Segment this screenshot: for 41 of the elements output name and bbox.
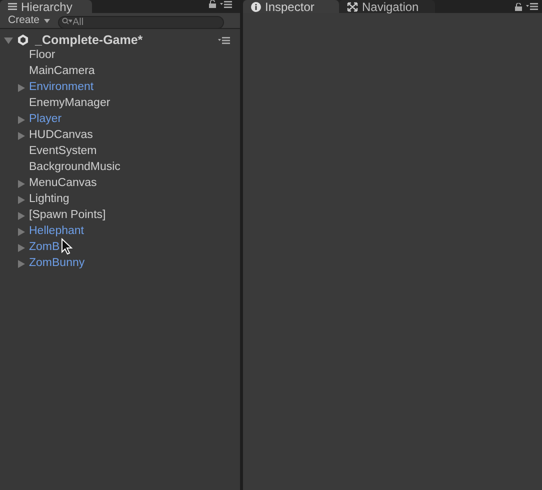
hierarchy-tab[interactable]: Hierarchy — [0, 0, 92, 13]
menu-icon[interactable] — [220, 0, 232, 8]
expand-arrow-icon[interactable] — [18, 84, 25, 92]
hierarchy-item[interactable]: Player — [29, 111, 62, 129]
panel-tab[interactable]: Inspector — [243, 0, 339, 13]
hierarchy-item[interactable]: Floor — [29, 47, 56, 65]
hierarchy-item[interactable]: Environment — [29, 79, 94, 97]
expand-arrow-icon[interactable] — [18, 132, 25, 140]
expand-arrow-icon[interactable] — [18, 228, 25, 236]
unity-logo-icon — [17, 34, 29, 46]
hierarchy-item[interactable]: BackgroundMusic — [29, 159, 120, 177]
search-icon — [62, 16, 72, 24]
menu-icon[interactable] — [526, 3, 538, 10]
panel-tab[interactable]: Navigation — [339, 0, 435, 13]
list-icon — [8, 3, 17, 10]
hierarchy-item[interactable]: Lighting — [29, 191, 70, 209]
create-button[interactable]: Create — [8, 15, 50, 26]
hierarchy-item[interactable]: [Spawn Points] — [29, 207, 106, 225]
hierarchy-item[interactable]: HUDCanvas — [29, 127, 93, 145]
hierarchy-item[interactable]: ZomB — [29, 239, 60, 257]
scene-name[interactable]: _Complete-Game* — [35, 30, 143, 50]
arrows-icon — [347, 2, 358, 12]
expand-arrow-icon[interactable] — [4, 36, 13, 44]
hierarchy-item[interactable]: ZomBunny — [29, 255, 85, 273]
expand-arrow-icon[interactable] — [18, 212, 25, 220]
hierarchy-item[interactable]: EnemyManager — [29, 95, 110, 113]
hierarchy-item[interactable]: MenuCanvas — [29, 175, 97, 193]
lock-icon[interactable] — [515, 2, 522, 10]
caret-icon — [44, 18, 50, 22]
search-field[interactable]: All — [58, 16, 224, 29]
mouse-cursor-icon — [60, 238, 73, 254]
expand-arrow-icon[interactable] — [18, 116, 25, 124]
expand-arrow-icon[interactable] — [18, 180, 25, 188]
lock-icon[interactable] — [209, 0, 216, 8]
expand-arrow-icon[interactable] — [18, 196, 25, 204]
menu-icon[interactable] — [218, 36, 230, 44]
expand-arrow-icon[interactable] — [18, 244, 25, 252]
hierarchy-item[interactable]: MainCamera — [29, 63, 95, 81]
expand-arrow-icon[interactable] — [18, 260, 25, 268]
hierarchy-item[interactable]: Hellephant — [29, 223, 84, 241]
hierarchy-item[interactable]: EventSystem — [29, 143, 97, 161]
